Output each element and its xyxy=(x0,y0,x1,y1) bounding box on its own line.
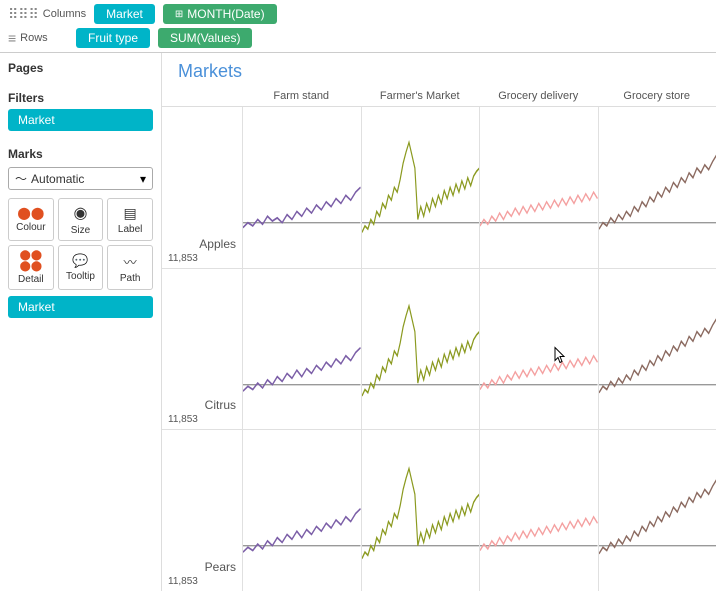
apples-grocery-delivery-chart xyxy=(479,107,598,268)
path-icon: 〰 xyxy=(124,252,137,271)
marks-section: Marks 〜 Automatic ▾ ⬤⬤ Colour ◉ Size xyxy=(8,147,153,322)
marks-type-select[interactable]: 〜 Automatic ▾ xyxy=(8,167,153,190)
citrus-farmers-market-chart xyxy=(361,269,480,430)
apples-label-area: Apples 11,853 xyxy=(162,107,242,268)
pears-row: Pears 11,853 xyxy=(162,430,716,591)
tooltip-label: Tooltip xyxy=(66,271,95,282)
columns-label: ⠿⠿⠿ Columns xyxy=(8,6,86,23)
chart-rows: Apples 11,853 xyxy=(162,107,716,591)
fruit-type-pill[interactable]: Fruit type xyxy=(76,28,150,48)
colour-label: Colour xyxy=(16,222,45,233)
apples-grocery-store-chart xyxy=(598,107,716,268)
tooltip-icon: 💬 xyxy=(72,253,88,269)
chart-title: Markets xyxy=(162,53,716,86)
label-label: Label xyxy=(118,224,142,235)
filters-title: Filters xyxy=(8,91,153,105)
citrus-grocery-delivery-chart xyxy=(479,269,598,430)
marks-title: Marks xyxy=(8,147,153,161)
apples-label: Apples xyxy=(168,237,236,253)
columns-icon: ⠿⠿⠿ xyxy=(8,6,39,23)
marks-pill[interactable]: Market xyxy=(8,296,153,318)
tooltip-button[interactable]: 💬 Tooltip xyxy=(58,245,104,290)
rows-label: ≡ Rows xyxy=(8,30,68,46)
pears-grocery-delivery-chart xyxy=(479,430,598,591)
apples-row: Apples 11,853 xyxy=(162,107,716,269)
toolbar: ⠿⠿⠿ Columns Market ⊞ MONTH(Date) ≡ Rows … xyxy=(0,0,716,53)
market-pill[interactable]: Market xyxy=(94,4,155,24)
columns-row: ⠿⠿⠿ Columns Market ⊞ MONTH(Date) xyxy=(8,4,708,24)
marks-type-label: 〜 Automatic xyxy=(15,170,84,187)
citrus-charts xyxy=(242,269,716,430)
citrus-row: Citrus 11,853 xyxy=(162,269,716,431)
main-area: Pages Filters Market Marks 〜 Automatic ▾… xyxy=(0,53,716,591)
col-header-farm-stand: Farm stand xyxy=(242,86,361,106)
label-icon: ▤ xyxy=(124,205,137,222)
detail-icon: ⬤⬤⬤⬤ xyxy=(20,250,42,272)
content-area: Markets Farm stand Farmer's Market Groce… xyxy=(162,53,716,591)
pears-label-area: Pears 11,853 xyxy=(162,430,242,591)
label-button[interactable]: ▤ Label xyxy=(107,198,153,241)
marks-type-text: Automatic xyxy=(31,172,84,186)
col-header-farmers-market: Farmer's Market xyxy=(361,86,480,106)
colour-icon: ⬤⬤ xyxy=(17,206,44,220)
detail-label: Detail xyxy=(18,274,44,285)
columns-text: Columns xyxy=(43,8,86,20)
col-header-grocery-store: Grocery store xyxy=(598,86,716,106)
apples-charts xyxy=(242,107,716,268)
filters-section: Filters Market xyxy=(8,91,153,135)
apples-farm-stand-chart xyxy=(242,107,361,268)
wave-icon: 〜 xyxy=(15,170,27,187)
rows-icon: ≡ xyxy=(8,30,16,46)
pages-section: Pages xyxy=(8,61,153,79)
rows-row: ≡ Rows Fruit type SUM(Values) xyxy=(8,28,708,48)
colour-button[interactable]: ⬤⬤ Colour xyxy=(8,198,54,241)
sidebar: Pages Filters Market Marks 〜 Automatic ▾… xyxy=(0,53,162,591)
chart-area: Farm stand Farmer's Market Grocery deliv… xyxy=(162,86,716,591)
month-date-pill[interactable]: ⊞ MONTH(Date) xyxy=(163,4,277,24)
pears-value: 11,853 xyxy=(168,576,236,587)
pears-charts xyxy=(242,430,716,591)
citrus-grocery-store-chart xyxy=(598,269,716,430)
pears-grocery-store-chart xyxy=(598,430,716,591)
apples-farmers-market-chart xyxy=(361,107,480,268)
citrus-farm-stand-chart xyxy=(242,269,361,430)
size-label: Size xyxy=(71,225,90,236)
marks-icons-grid: ⬤⬤ Colour ◉ Size ▤ Label ⬤⬤⬤⬤ Detail xyxy=(8,198,153,290)
app-container: ⠿⠿⠿ Columns Market ⊞ MONTH(Date) ≡ Rows … xyxy=(0,0,716,591)
path-button[interactable]: 〰 Path xyxy=(107,245,153,290)
sum-values-pill[interactable]: SUM(Values) xyxy=(158,28,252,48)
rows-text: Rows xyxy=(20,32,48,44)
pears-label: Pears xyxy=(168,560,236,576)
citrus-value: 11,853 xyxy=(168,414,236,425)
detail-button[interactable]: ⬤⬤⬤⬤ Detail xyxy=(8,245,54,290)
col-header-grocery-delivery: Grocery delivery xyxy=(479,86,598,106)
pears-farm-stand-chart xyxy=(242,430,361,591)
citrus-label: Citrus xyxy=(168,398,236,414)
pears-farmers-market-chart xyxy=(361,430,480,591)
apples-value: 11,853 xyxy=(168,253,236,264)
pages-title: Pages xyxy=(8,61,153,75)
size-button[interactable]: ◉ Size xyxy=(58,198,104,241)
chevron-down-icon: ▾ xyxy=(140,172,146,186)
citrus-label-area: Citrus 11,853 xyxy=(162,269,242,430)
filter-pill[interactable]: Market xyxy=(8,109,153,131)
chart-column-headers: Farm stand Farmer's Market Grocery deliv… xyxy=(162,86,716,107)
size-icon: ◉ xyxy=(74,203,88,223)
path-label: Path xyxy=(120,273,141,284)
